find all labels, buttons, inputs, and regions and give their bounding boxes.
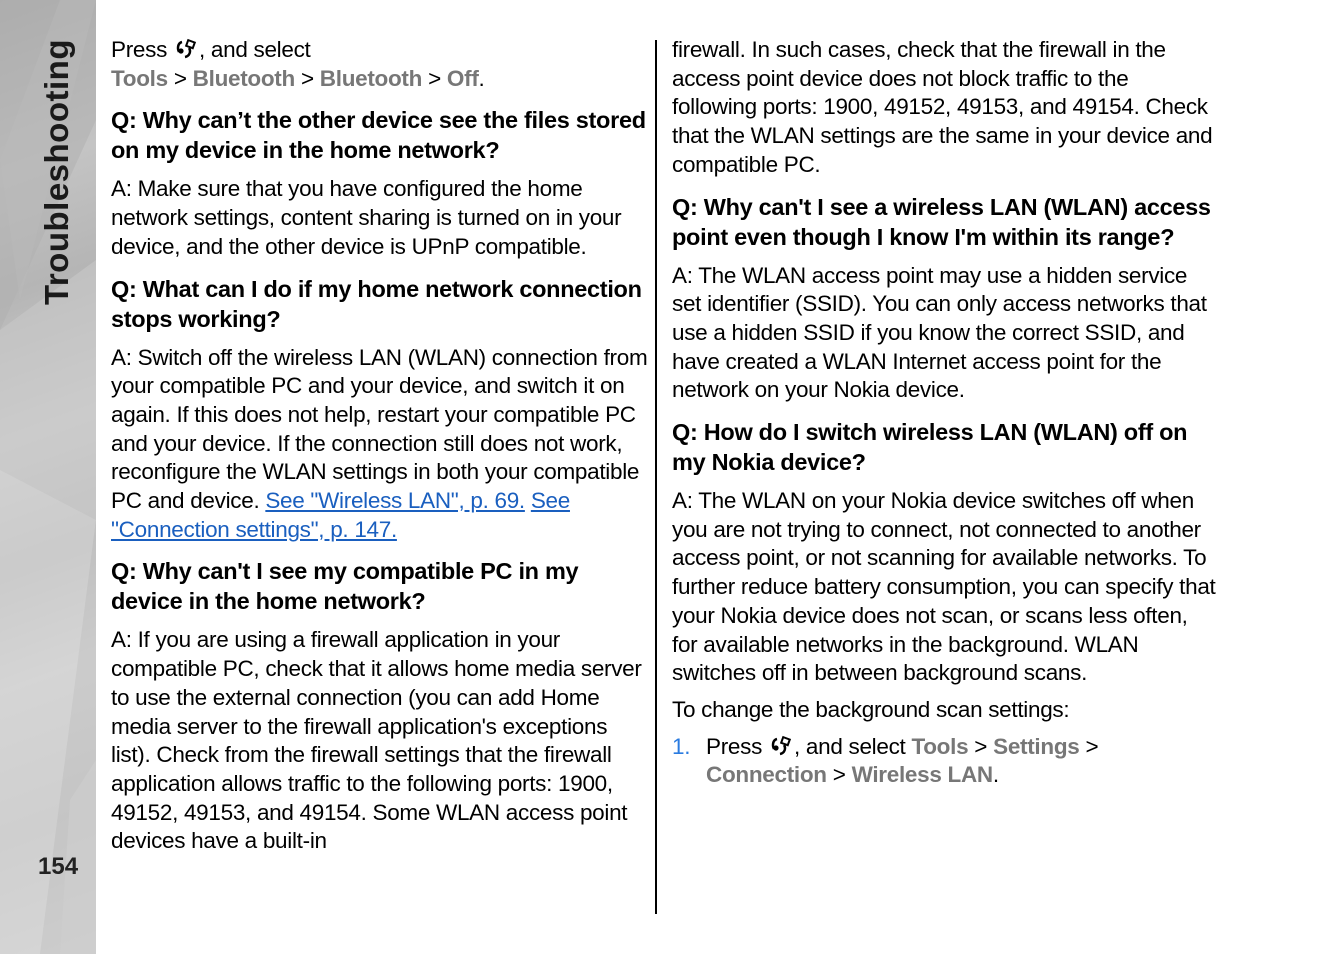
menu-path-tools: Tools [911,733,969,759]
question-heading: Q: Why can't I see a wireless LAN (WLAN)… [672,193,1211,250]
answer-text: A: Make sure that you have configured th… [111,176,622,259]
period: . [478,65,485,91]
page-number: 154 [38,853,79,880]
menu-path-off: Off [446,65,479,91]
path-separator: > [974,733,988,759]
menu-path-bluetooth: Bluetooth [192,65,296,91]
menu-path-bluetooth-2: Bluetooth [319,65,423,91]
menu-key-icon [771,735,792,755]
step-number: 1. [672,733,691,759]
answer-text: A: If you are using a firewall applicati… [111,627,642,854]
menu-path-settings: Settings [993,733,1080,759]
answer-text: A: The WLAN on your Nokia device switche… [672,488,1216,686]
question-heading: Q: What can I do if my home network conn… [111,275,642,332]
steps-list: 1. Press, and select Tools > Settings > Conn… [672,733,1217,790]
press-text: Press [706,733,763,759]
column-divider [655,40,657,914]
continued-text: firewall. In such cases, check that the … [672,37,1213,177]
and-select-text: , and select [199,37,311,62]
section-title: Troubleshooting [38,39,75,305]
press-text: Press [111,37,168,62]
menu-key-icon [176,38,197,59]
and-select-text: , and select [794,733,906,759]
path-separator: > [832,762,846,788]
path-separator: > [300,65,314,91]
period: . [992,762,999,788]
menu-path-wireless-lan: Wireless LAN [851,762,994,788]
answer-text: A: Switch off the wireless LAN (WLAN) co… [111,344,651,545]
question-heading: Q: Why can’t the other device see the fi… [111,107,646,164]
sidebar: Troubleshooting 154 [0,0,96,954]
menu-path-tools: Tools [111,65,168,91]
steps-intro: To change the background scan settings: [672,696,1070,722]
answer-text: A: The WLAN access point may use a hidde… [672,262,1207,403]
left-column: Press, and select Tools > Bluetooth > Blueto… [111,36,651,864]
question-heading: Q: Why can't I see my compatible PC in m… [111,558,579,615]
intro-instruction: Press, and select Tools > Bluetooth > Blueto… [111,36,651,93]
step-item: 1. Press, and select Tools > Settings > Conn… [672,733,1217,790]
path-separator: > [428,65,441,91]
menu-path-connection: Connection [706,762,827,788]
path-separator: > [1085,733,1099,759]
question-heading: Q: How do I switch wireless LAN (WLAN) o… [672,419,1188,476]
path-separator: > [173,65,187,91]
right-column: firewall. In such cases, check that the … [672,36,1217,790]
link-wireless-lan[interactable]: See "Wireless LAN", p. 69. [265,488,525,513]
